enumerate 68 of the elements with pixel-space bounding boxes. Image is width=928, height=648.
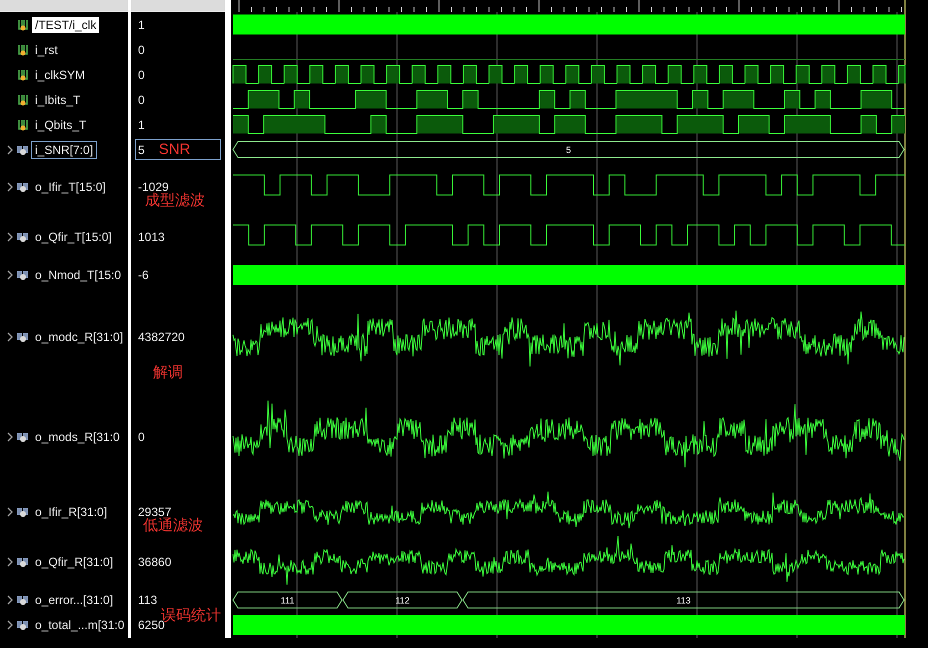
column-header[interactable]: [0, 0, 128, 12]
signal-name[interactable]: o_mods_R[31:0: [32, 429, 123, 445]
signal-value: 0: [137, 42, 146, 58]
signal-value: 1: [137, 116, 146, 132]
signal-name[interactable]: o_error...[31:0]: [32, 592, 116, 608]
bus-signal-icon: [17, 269, 29, 281]
cursor-line[interactable]: [904, 112, 906, 137]
expand-chevron-icon[interactable]: [6, 232, 14, 242]
bus-signal-icon: [17, 181, 29, 193]
bus-signal-icon: [17, 556, 29, 568]
signal-value: 5: [137, 142, 146, 158]
signal-name[interactable]: i_Ibits_T: [32, 92, 84, 108]
signal-name[interactable]: i_Qbits_T: [32, 116, 90, 132]
expand-chevron-icon[interactable]: [6, 182, 14, 192]
signal-value: -6: [137, 267, 150, 283]
signal-value: -1029: [137, 179, 169, 194]
bus-signal-icon: [17, 144, 29, 156]
bus-signal-icon: [17, 594, 29, 606]
expand-chevron-icon[interactable]: [6, 144, 14, 154]
bus-signal-icon: [17, 619, 29, 631]
bit-signal-icon: [17, 18, 29, 30]
expand-chevron-icon[interactable]: [6, 557, 14, 567]
pane-splitter[interactable]: [128, 0, 131, 638]
signal-name[interactable]: o_Nmod_T[15:0: [32, 267, 124, 283]
signal-name[interactable]: i_rst: [32, 42, 61, 58]
bit-signal-icon: [17, 44, 29, 56]
signal-name[interactable]: /TEST/i_clk: [32, 16, 100, 32]
signal-value: 113: [137, 592, 158, 608]
signal-value: 4382720: [137, 329, 186, 345]
signal-value: 0: [137, 429, 146, 445]
bus-signal-icon: [17, 331, 29, 343]
signal-value: 1013: [137, 229, 166, 245]
bus-value: 5: [566, 145, 571, 155]
pane-splitter[interactable]: [225, 0, 231, 638]
signal-value: 0: [137, 66, 146, 82]
signal-value: 36860: [137, 554, 172, 570]
column-header[interactable]: [131, 0, 225, 12]
signal-name[interactable]: o_Ifir_R[31:0]: [32, 504, 110, 520]
expand-chevron-icon[interactable]: [6, 507, 14, 517]
signal-name[interactable]: o_Qfir_R[31:0]: [32, 554, 116, 570]
expand-chevron-icon[interactable]: [6, 595, 14, 605]
expand-chevron-icon[interactable]: [6, 432, 14, 442]
expand-chevron-icon[interactable]: [6, 620, 14, 630]
bit-signal-icon: [17, 94, 29, 106]
annotation-text: 解调: [153, 363, 183, 382]
signal-name[interactable]: i_clkSYM: [32, 66, 88, 82]
signal-name[interactable]: i_SNR[7:0]: [32, 142, 96, 158]
annotation-text: 成型滤波: [145, 192, 205, 210]
signal-name[interactable]: o_Qfir_T[15:0]: [32, 229, 115, 245]
bus-value: 113: [676, 596, 691, 606]
bus-value: 112: [395, 596, 410, 606]
signal-name[interactable]: o_modc_R[31:0]: [32, 329, 126, 345]
signal-value: 0: [137, 92, 146, 108]
signal-value: 29357: [137, 504, 172, 519]
annotation-text: 低通滤波: [143, 516, 203, 535]
bus-value: 111: [280, 596, 294, 606]
signal-value: 1: [137, 16, 146, 32]
signal-name[interactable]: o_total_...m[31:0: [32, 617, 128, 633]
bus-signal-icon: [17, 231, 29, 243]
signal-name[interactable]: o_Ifir_T[15:0]: [32, 179, 109, 195]
bit-signal-icon: [17, 118, 29, 130]
bus-signal-icon: [17, 506, 29, 518]
bit-signal-icon: [17, 68, 29, 80]
annotation-text: SNR: [158, 141, 190, 158]
annotation-text: 误码统计: [161, 606, 221, 624]
expand-chevron-icon[interactable]: [6, 270, 14, 280]
expand-chevron-icon[interactable]: [6, 332, 14, 342]
bus-signal-icon: [17, 431, 29, 443]
